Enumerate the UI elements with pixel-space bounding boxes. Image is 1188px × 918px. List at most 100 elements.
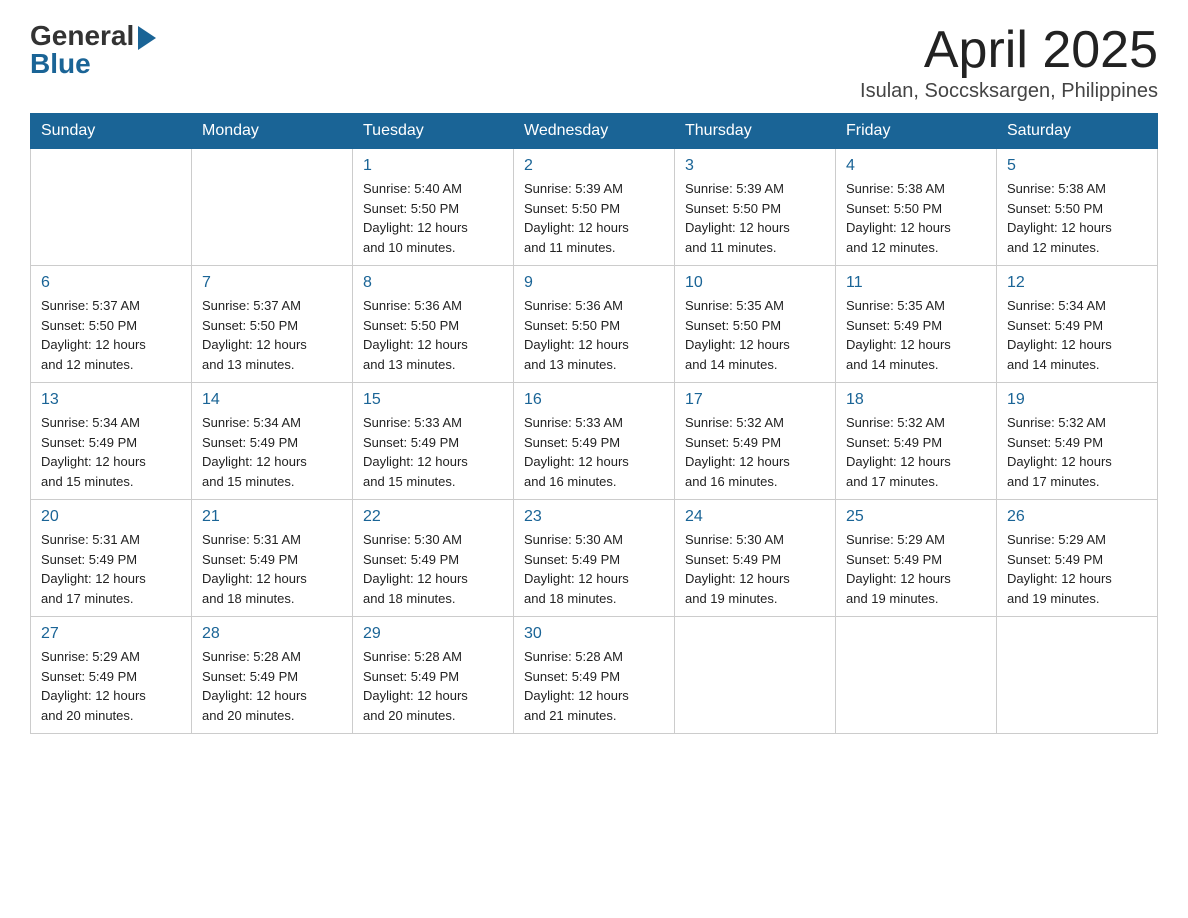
day-number: 5 [1007, 157, 1147, 175]
day-info: Sunrise: 5:38 AM Sunset: 5:50 PM Dayligh… [1007, 179, 1147, 257]
day-number: 30 [524, 625, 664, 643]
day-info: Sunrise: 5:38 AM Sunset: 5:50 PM Dayligh… [846, 179, 986, 257]
day-cell: 14Sunrise: 5:34 AM Sunset: 5:49 PM Dayli… [192, 383, 353, 500]
day-number: 23 [524, 508, 664, 526]
day-number: 16 [524, 391, 664, 409]
day-number: 8 [363, 274, 503, 292]
header-cell-thursday: Thursday [675, 114, 836, 149]
day-info: Sunrise: 5:37 AM Sunset: 5:50 PM Dayligh… [41, 296, 181, 374]
day-cell: 6 Sunrise: 5:37 AM Sunset: 5:50 PM Daylig… [31, 266, 192, 383]
day-cell: 28 Sunrise: 5:28 AM Sunset: 5:49 PM Dayli… [192, 617, 353, 734]
day-number: 26 [1007, 508, 1147, 526]
day-cell: 30 Sunrise: 5:28 AM Sunset: 5:49 PM Dayli… [514, 617, 675, 734]
day-info: Sunrise: 5:29 AM Sunset: 5:49 PM Dayligh… [1007, 530, 1147, 608]
day-info: Sunrise: 5:35 AM Sunset: 5:49 PM Dayligh… [846, 296, 986, 374]
day-cell: 19 Sunrise: 5:32 AM Sunset: 5:49 PM Dayli… [997, 383, 1158, 500]
day-info: Sunrise: 5:39 AM Sunset: 5:50 PM Dayligh… [685, 179, 825, 257]
day-cell: 17 Sunrise: 5:32 AM Sunset: 5:49 PM Dayli… [675, 383, 836, 500]
day-number: 29 [363, 625, 503, 643]
day-number: 12 [1007, 274, 1147, 292]
day-info: Sunrise: 5:35 AM Sunset: 5:50 PM Dayligh… [685, 296, 825, 374]
day-cell: 22 Sunrise: 5:30 AM Sunset: 5:49 PM Dayli… [353, 500, 514, 617]
day-cell: 24 Sunrise: 5:30 AM Sunset: 5:49 PM Dayli… [675, 500, 836, 617]
header-cell-sunday: Sunday [31, 114, 192, 149]
day-cell: 8Sunrise: 5:36 AM Sunset: 5:50 PM Daylig… [353, 266, 514, 383]
day-info: Sunrise: 5:30 AM Sunset: 5:49 PM Dayligh… [685, 530, 825, 608]
logo-blue-text: Blue [30, 48, 91, 80]
day-info: Sunrise: 5:30 AM Sunset: 5:49 PM Dayligh… [524, 530, 664, 608]
day-number: 4 [846, 157, 986, 175]
day-cell [675, 617, 836, 734]
day-info: Sunrise: 5:31 AM Sunset: 5:49 PM Dayligh… [41, 530, 181, 608]
day-info: Sunrise: 5:39 AM Sunset: 5:50 PM Dayligh… [524, 179, 664, 257]
header-cell-saturday: Saturday [997, 114, 1158, 149]
header-cell-friday: Friday [836, 114, 997, 149]
day-number: 19 [1007, 391, 1147, 409]
day-cell: 2 Sunrise: 5:39 AM Sunset: 5:50 PM Daylig… [514, 149, 675, 266]
day-info: Sunrise: 5:28 AM Sunset: 5:49 PM Dayligh… [524, 647, 664, 725]
day-number: 22 [363, 508, 503, 526]
header-row: SundayMondayTuesdayWednesdayThursdayFrid… [31, 114, 1158, 149]
day-info: Sunrise: 5:37 AM Sunset: 5:50 PM Dayligh… [202, 296, 342, 374]
day-number: 9 [524, 274, 664, 292]
day-cell: 10 Sunrise: 5:35 AM Sunset: 5:50 PM Dayli… [675, 266, 836, 383]
day-number: 3 [685, 157, 825, 175]
day-cell: 18Sunrise: 5:32 AM Sunset: 5:49 PM Dayli… [836, 383, 997, 500]
day-number: 24 [685, 508, 825, 526]
page-header: General Blue April 2025 Isulan, Soccsksa… [30, 20, 1158, 103]
day-number: 10 [685, 274, 825, 292]
week-row-1: 1Sunrise: 5:40 AM Sunset: 5:50 PM Daylig… [31, 149, 1158, 266]
day-number: 13 [41, 391, 181, 409]
day-number: 2 [524, 157, 664, 175]
day-info: Sunrise: 5:29 AM Sunset: 5:49 PM Dayligh… [846, 530, 986, 608]
day-number: 17 [685, 391, 825, 409]
month-title: April 2025 [860, 20, 1158, 80]
day-number: 15 [363, 391, 503, 409]
calendar-body: 1Sunrise: 5:40 AM Sunset: 5:50 PM Daylig… [31, 149, 1158, 734]
week-row-3: 13Sunrise: 5:34 AM Sunset: 5:49 PM Dayli… [31, 383, 1158, 500]
day-info: Sunrise: 5:32 AM Sunset: 5:49 PM Dayligh… [1007, 413, 1147, 491]
day-info: Sunrise: 5:33 AM Sunset: 5:49 PM Dayligh… [363, 413, 503, 491]
header-cell-wednesday: Wednesday [514, 114, 675, 149]
day-cell: 4 Sunrise: 5:38 AM Sunset: 5:50 PM Daylig… [836, 149, 997, 266]
day-info: Sunrise: 5:28 AM Sunset: 5:49 PM Dayligh… [363, 647, 503, 725]
day-cell: 9Sunrise: 5:36 AM Sunset: 5:50 PM Daylig… [514, 266, 675, 383]
day-cell: 7Sunrise: 5:37 AM Sunset: 5:50 PM Daylig… [192, 266, 353, 383]
day-cell: 20 Sunrise: 5:31 AM Sunset: 5:49 PM Dayli… [31, 500, 192, 617]
day-cell: 25 Sunrise: 5:29 AM Sunset: 5:49 PM Dayli… [836, 500, 997, 617]
day-number: 21 [202, 508, 342, 526]
day-number: 14 [202, 391, 342, 409]
day-info: Sunrise: 5:28 AM Sunset: 5:49 PM Dayligh… [202, 647, 342, 725]
location-text: Isulan, Soccsksargen, Philippines [860, 80, 1158, 103]
day-cell: 29 Sunrise: 5:28 AM Sunset: 5:49 PM Dayli… [353, 617, 514, 734]
day-cell [192, 149, 353, 266]
header-cell-tuesday: Tuesday [353, 114, 514, 149]
day-cell [31, 149, 192, 266]
day-number: 6 [41, 274, 181, 292]
logo-arrow-icon [138, 26, 156, 50]
day-cell: 5 Sunrise: 5:38 AM Sunset: 5:50 PM Daylig… [997, 149, 1158, 266]
day-cell: 26 Sunrise: 5:29 AM Sunset: 5:49 PM Dayli… [997, 500, 1158, 617]
logo: General Blue [30, 20, 156, 80]
day-cell [836, 617, 997, 734]
week-row-2: 6 Sunrise: 5:37 AM Sunset: 5:50 PM Daylig… [31, 266, 1158, 383]
day-number: 25 [846, 508, 986, 526]
day-number: 28 [202, 625, 342, 643]
day-cell: 27Sunrise: 5:29 AM Sunset: 5:49 PM Dayli… [31, 617, 192, 734]
title-area: April 2025 Isulan, Soccsksargen, Philipp… [860, 20, 1158, 103]
calendar-table: SundayMondayTuesdayWednesdayThursdayFrid… [30, 113, 1158, 734]
day-cell: 12Sunrise: 5:34 AM Sunset: 5:49 PM Dayli… [997, 266, 1158, 383]
day-number: 20 [41, 508, 181, 526]
day-info: Sunrise: 5:32 AM Sunset: 5:49 PM Dayligh… [685, 413, 825, 491]
day-cell [997, 617, 1158, 734]
day-info: Sunrise: 5:31 AM Sunset: 5:49 PM Dayligh… [202, 530, 342, 608]
day-number: 18 [846, 391, 986, 409]
day-number: 11 [846, 274, 986, 292]
week-row-5: 27Sunrise: 5:29 AM Sunset: 5:49 PM Dayli… [31, 617, 1158, 734]
day-info: Sunrise: 5:30 AM Sunset: 5:49 PM Dayligh… [363, 530, 503, 608]
day-number: 27 [41, 625, 181, 643]
day-info: Sunrise: 5:40 AM Sunset: 5:50 PM Dayligh… [363, 179, 503, 257]
day-cell: 21 Sunrise: 5:31 AM Sunset: 5:49 PM Dayli… [192, 500, 353, 617]
day-cell: 23 Sunrise: 5:30 AM Sunset: 5:49 PM Dayli… [514, 500, 675, 617]
day-cell: 11 Sunrise: 5:35 AM Sunset: 5:49 PM Dayli… [836, 266, 997, 383]
